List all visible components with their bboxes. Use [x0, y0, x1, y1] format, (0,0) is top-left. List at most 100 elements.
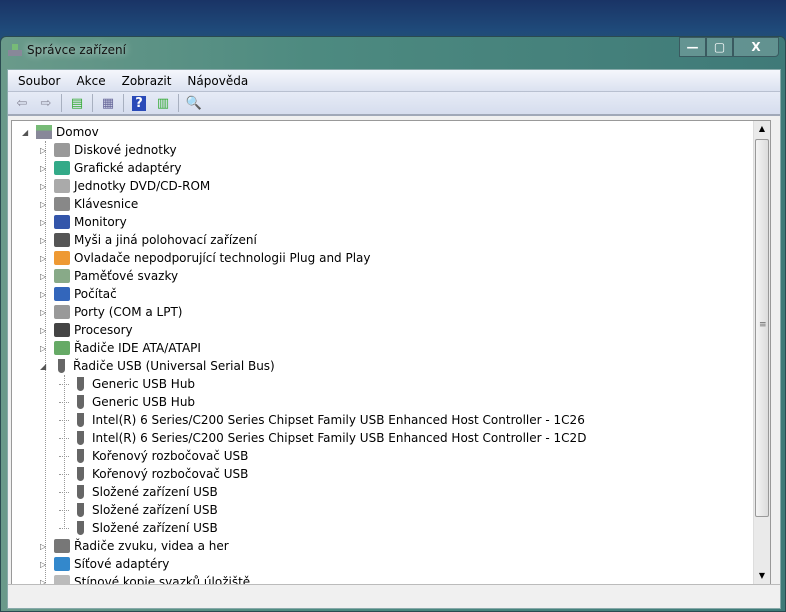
scroll-down-button[interactable]: ▼ — [754, 568, 770, 584]
tree-item-label: Procesory — [74, 323, 133, 337]
vertical-scrollbar[interactable]: ▲ ≡ ▼ — [753, 121, 770, 584]
collapsed-arrow-icon[interactable]: ▷ — [40, 542, 50, 551]
collapsed-arrow-icon[interactable]: ▷ — [40, 164, 50, 173]
tree-category[interactable]: ▷ Ovladače nepodporující technologii Plug… — [40, 249, 371, 267]
tree-connector — [59, 509, 69, 511]
tree-device[interactable]: Kořenový rozbočovač USB — [59, 447, 248, 465]
speaker-icon — [54, 539, 70, 553]
tree-item-label: Porty (COM a LPT) — [74, 305, 183, 319]
tree-item-label: Monitory — [74, 215, 127, 229]
show-hide-tree-icon[interactable]: ▤ — [67, 94, 87, 112]
maximize-button[interactable]: ▢ — [706, 37, 733, 57]
tree-category[interactable]: ◢ Řadiče USB (Universal Serial Bus) — [40, 357, 275, 375]
collapsed-arrow-icon[interactable]: ▷ — [40, 290, 50, 299]
menu-item-3[interactable]: Nápověda — [179, 74, 256, 88]
scroll-up-button[interactable]: ▲ — [754, 121, 770, 137]
tree-item-label: Myši a jiná polohovací zařízení — [74, 233, 257, 247]
menu-item-1[interactable]: Akce — [68, 74, 113, 88]
tree-device[interactable]: Intel(R) 6 Series/C200 Series Chipset Fa… — [59, 429, 586, 447]
monitor-icon — [54, 215, 70, 229]
menu-item-2[interactable]: Zobrazit — [114, 74, 180, 88]
usb-icon — [58, 359, 65, 373]
collapsed-arrow-icon[interactable]: ▷ — [40, 236, 50, 245]
tree-category[interactable]: ▷ Síťové adaptéry — [40, 555, 169, 573]
usb-icon — [77, 485, 84, 499]
dvd-icon — [54, 179, 70, 193]
usb-icon — [77, 503, 84, 517]
scan-hardware-icon[interactable]: 🔍 — [184, 94, 204, 112]
tree-item-label: Složené zařízení USB — [92, 503, 218, 517]
tree-item-label: Řadiče zvuku, videa a her — [74, 539, 229, 553]
help-icon[interactable]: ? — [129, 94, 149, 112]
tree-device[interactable]: Složené zařízení USB — [59, 501, 218, 519]
tree-root-domov[interactable]: ◢ Domov — [22, 123, 99, 141]
tree-category[interactable]: ▷ Jednotky DVD/CD-ROM — [40, 177, 210, 195]
collapsed-arrow-icon[interactable]: ▷ — [40, 326, 50, 335]
tree-category[interactable]: ▷ Počítač — [40, 285, 117, 303]
tree-connector — [59, 527, 69, 529]
tree-device[interactable]: Složené zařízení USB — [59, 519, 218, 537]
tree-item-label: Grafické adaptéry — [74, 161, 182, 175]
collapsed-arrow-icon[interactable]: ▷ — [40, 218, 50, 227]
usb-icon — [77, 377, 84, 391]
status-bar — [8, 584, 780, 606]
port-icon — [54, 305, 70, 319]
tree-item-label: Řadiče USB (Universal Serial Bus) — [73, 359, 275, 373]
expanded-arrow-icon[interactable]: ◢ — [22, 128, 32, 137]
collapsed-arrow-icon[interactable]: ▷ — [40, 272, 50, 281]
scroll-thumb[interactable]: ≡ — [755, 139, 769, 517]
tree-category[interactable]: ▷ Paměťové svazky — [40, 267, 178, 285]
tree-device[interactable]: Kořenový rozbočovač USB — [59, 465, 248, 483]
toolbar-separator — [92, 94, 93, 112]
toolbar-separator — [178, 94, 179, 112]
tree-category[interactable]: ▷ Procesory — [40, 321, 133, 339]
collapsed-arrow-icon[interactable]: ▷ — [40, 254, 50, 263]
tree-connector — [59, 383, 69, 385]
tree-category[interactable]: ▷ Myši a jiná polohovací zařízení — [40, 231, 257, 249]
action-pane-icon[interactable]: ▥ — [153, 94, 173, 112]
tree-connector — [59, 437, 69, 439]
tree-item-label: Síťové adaptéry — [74, 557, 170, 571]
tree-category[interactable]: ▷ Klávesnice — [40, 195, 138, 213]
tree-category[interactable]: ▷ Diskové jednotky — [40, 141, 177, 159]
tree-device[interactable]: Složené zařízení USB — [59, 483, 218, 501]
mouse-icon — [54, 233, 70, 247]
processor-icon — [54, 323, 70, 337]
toolbar-separator — [123, 94, 124, 112]
computer-icon — [8, 44, 22, 56]
properties-icon[interactable]: ▦ — [98, 94, 118, 112]
usb-icon — [77, 449, 84, 463]
menu-item-0[interactable]: Soubor — [10, 74, 68, 88]
tree-connector — [59, 455, 69, 457]
tree-category[interactable]: ▷ Řadiče IDE ATA/ATAPI — [40, 339, 201, 357]
collapsed-arrow-icon[interactable]: ▷ — [40, 344, 50, 353]
close-button[interactable]: X — [733, 37, 779, 57]
tree-category[interactable]: ▷ Monitory — [40, 213, 127, 231]
tree-device[interactable]: Generic USB Hub — [59, 393, 195, 411]
tree-category[interactable]: ▷ Porty (COM a LPT) — [40, 303, 182, 321]
expanded-arrow-icon[interactable]: ◢ — [40, 362, 50, 371]
tree-item-label: Složené zařízení USB — [92, 485, 218, 499]
collapsed-arrow-icon[interactable]: ▷ — [40, 146, 50, 155]
tree-item-label: Složené zařízení USB — [92, 521, 218, 535]
tree-category[interactable]: ▷ Řadiče zvuku, videa a her — [40, 537, 229, 555]
forward-icon[interactable]: ⇨ — [36, 94, 56, 112]
tree-device[interactable]: Generic USB Hub — [59, 375, 195, 393]
usb-icon — [77, 431, 84, 445]
collapsed-arrow-icon[interactable]: ▷ — [40, 308, 50, 317]
back-icon[interactable]: ⇦ — [12, 94, 32, 112]
collapsed-arrow-icon[interactable]: ▷ — [40, 200, 50, 209]
minimize-button[interactable]: — — [679, 37, 706, 57]
computer-icon — [36, 125, 52, 139]
tree-category[interactable]: ▷ Grafické adaptéry — [40, 159, 182, 177]
tree-item-label: Generic USB Hub — [92, 395, 196, 409]
computer-icon — [54, 287, 70, 301]
tree-item-label: Generic USB Hub — [92, 377, 196, 391]
usb-icon — [77, 467, 84, 481]
network-icon — [54, 557, 70, 571]
tree-connector — [59, 419, 69, 421]
collapsed-arrow-icon[interactable]: ▷ — [40, 182, 50, 191]
tree-item-label: Kořenový rozbočovač USB — [92, 449, 249, 463]
collapsed-arrow-icon[interactable]: ▷ — [40, 560, 50, 569]
tree-device[interactable]: Intel(R) 6 Series/C200 Series Chipset Fa… — [59, 411, 585, 429]
